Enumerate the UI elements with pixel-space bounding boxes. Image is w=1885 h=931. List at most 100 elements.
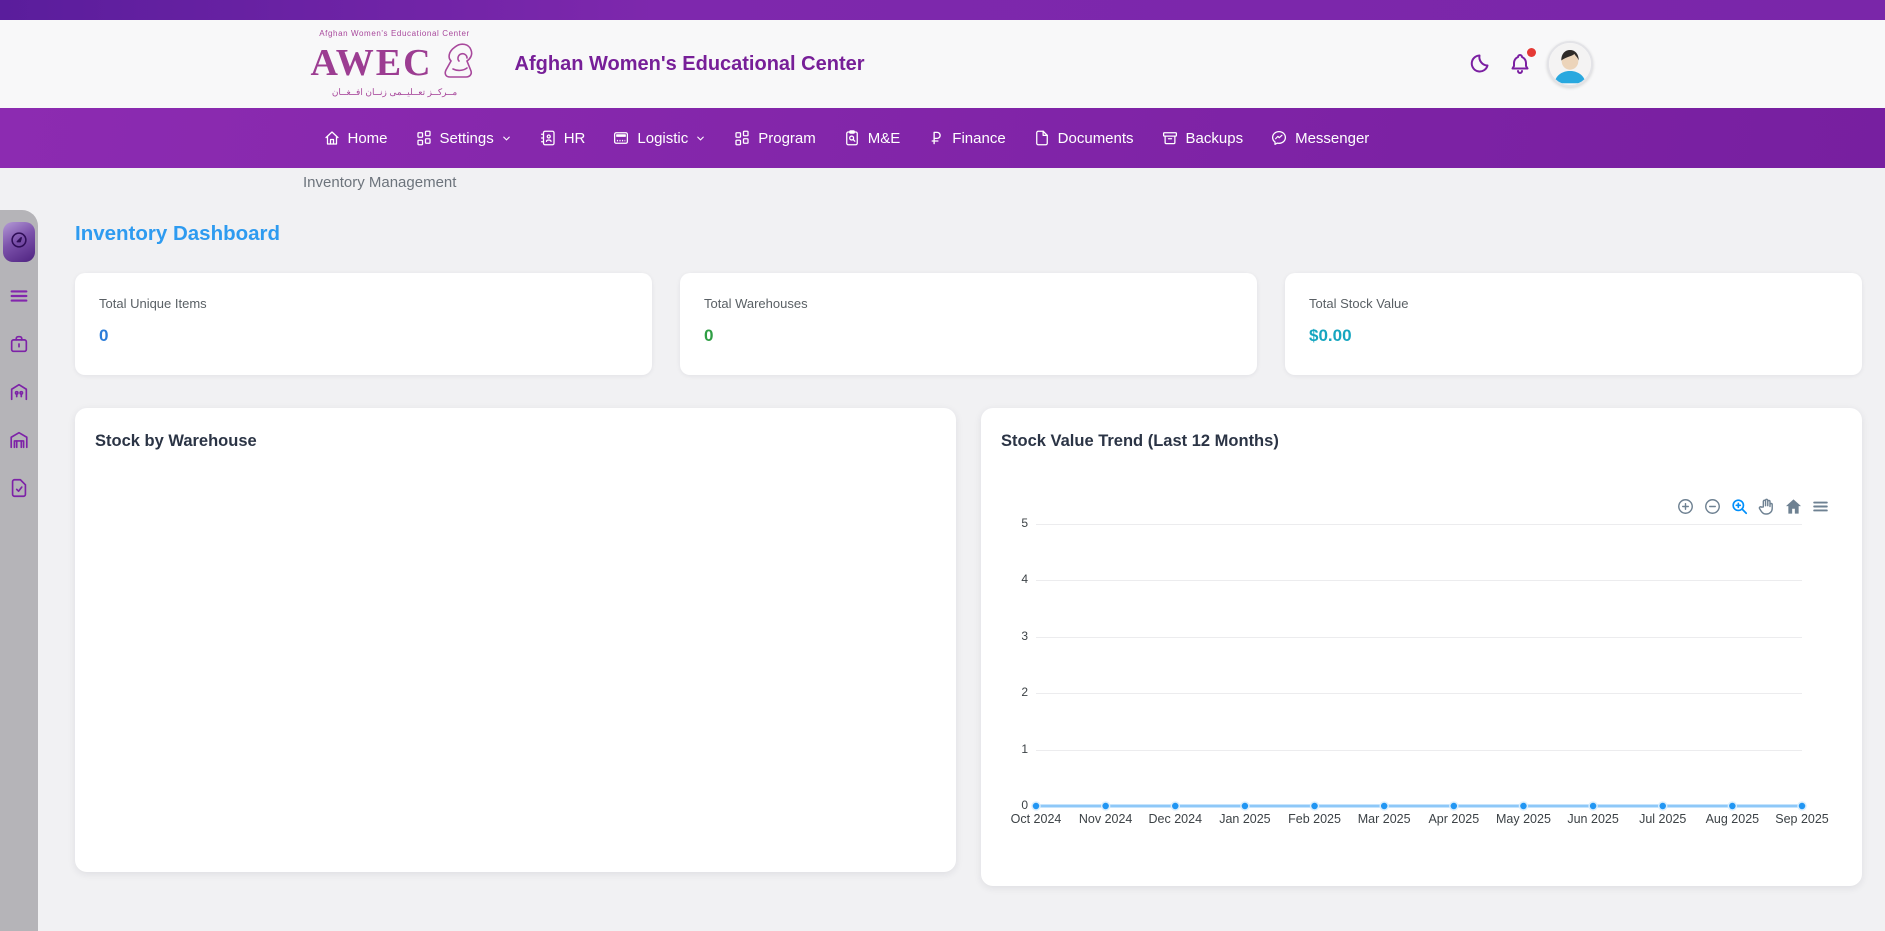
- x-axis-label: Feb 2025: [1288, 812, 1341, 826]
- hamburger-menu-icon: [8, 285, 30, 312]
- nav-item-me[interactable]: M&E: [843, 129, 901, 147]
- nav-label: HR: [564, 130, 586, 147]
- data-point-marker[interactable]: [1311, 802, 1319, 810]
- address-book-icon: [539, 129, 557, 147]
- zoom-out-icon[interactable]: [1702, 496, 1722, 516]
- nav-item-settings[interactable]: Settings: [415, 129, 512, 147]
- stock-value-trend-panel: Stock Value Trend (Last 12 Months): [981, 408, 1862, 886]
- apps-grid-icon: [415, 129, 433, 147]
- panel-title: Stock by Warehouse: [95, 432, 257, 451]
- x-axis-label: Aug 2025: [1706, 812, 1760, 826]
- x-axis-label: Nov 2024: [1079, 812, 1133, 826]
- currency-icon: [927, 129, 945, 147]
- x-axis-label: Mar 2025: [1358, 812, 1411, 826]
- messenger-icon: [1270, 129, 1288, 147]
- user-avatar[interactable]: [1547, 41, 1593, 87]
- nav-label: M&E: [868, 130, 901, 147]
- y-axis-label: 0: [996, 798, 1028, 812]
- zoom-in-icon[interactable]: [1675, 496, 1695, 516]
- sidebar-item-inventory[interactable]: [7, 334, 31, 358]
- stat-label: Total Unique Items: [99, 296, 628, 311]
- reset-home-icon[interactable]: [1783, 496, 1803, 516]
- main-navbar: Home Settings HR: [0, 108, 1885, 168]
- nav-item-messenger[interactable]: Messenger: [1270, 129, 1369, 147]
- stock-by-warehouse-panel: Stock by Warehouse: [75, 408, 956, 872]
- stat-card-unique-items: Total Unique Items 0: [75, 273, 652, 375]
- x-axis-label: Apr 2025: [1428, 812, 1479, 826]
- pan-hand-icon[interactable]: [1756, 496, 1776, 516]
- data-point-marker[interactable]: [1589, 802, 1597, 810]
- trend-line-series: [1036, 524, 1802, 806]
- stats-row: Total Unique Items 0 Total Warehouses 0 …: [75, 273, 1862, 375]
- data-point-marker[interactable]: [1032, 802, 1040, 810]
- x-axis-label: May 2025: [1496, 812, 1551, 826]
- sidebar-item-reports[interactable]: [7, 478, 31, 502]
- apps-grid-icon: [733, 129, 751, 147]
- app-title: Afghan Women's Educational Center: [515, 53, 865, 76]
- y-axis-label: 1: [996, 742, 1028, 756]
- stat-value: 0: [99, 326, 628, 346]
- y-axis-label: 5: [996, 516, 1028, 530]
- logo-dari-text: مــرکــز تعــلیــمی زنــان افــغــان: [332, 88, 457, 98]
- nav-label: Logistic: [637, 130, 688, 147]
- nav-label: Documents: [1058, 130, 1134, 147]
- chevron-down-icon: [695, 133, 706, 144]
- chart-toolbar: [1675, 496, 1830, 516]
- nav-item-finance[interactable]: Finance: [927, 129, 1005, 147]
- logo-top-text: Afghan Women's Educational Center: [319, 30, 470, 39]
- sidebar-item-menu[interactable]: [7, 286, 31, 310]
- nav-item-backups[interactable]: Backups: [1161, 129, 1244, 147]
- data-point-marker[interactable]: [1519, 802, 1527, 810]
- y-axis-label: 4: [996, 572, 1028, 586]
- stat-label: Total Stock Value: [1309, 296, 1838, 311]
- nav-label: Messenger: [1295, 130, 1369, 147]
- data-point-marker[interactable]: [1171, 802, 1179, 810]
- clipboard-search-icon: [843, 129, 861, 147]
- nav-label: Home: [348, 130, 388, 147]
- x-axis-label: Dec 2024: [1149, 812, 1203, 826]
- nav-label: Program: [758, 130, 816, 147]
- x-axis-label: Jul 2025: [1639, 812, 1686, 826]
- page-title: Inventory Dashboard: [75, 222, 1862, 246]
- document-check-icon: [8, 477, 30, 504]
- stat-value: $0.00: [1309, 326, 1838, 346]
- x-axis-label: Jan 2025: [1219, 812, 1270, 826]
- awec-logo[interactable]: Afghan Women's Educational Center AWEC م…: [311, 30, 479, 97]
- stat-card-warehouses: Total Warehouses 0: [680, 273, 1257, 375]
- nav-item-hr[interactable]: HR: [539, 129, 586, 147]
- x-axis-label: Jun 2025: [1567, 812, 1618, 826]
- dark-mode-moon-icon[interactable]: [1465, 50, 1493, 78]
- x-axis-labels: Oct 2024Nov 2024Dec 2024Jan 2025Feb 2025…: [1036, 812, 1802, 832]
- nav-item-program[interactable]: Program: [733, 129, 816, 147]
- data-point-marker[interactable]: [1102, 802, 1110, 810]
- trend-plot-area[interactable]: 012345: [1036, 524, 1802, 806]
- x-axis-label: Sep 2025: [1775, 812, 1829, 826]
- archive-icon: [1161, 129, 1179, 147]
- nav-label: Settings: [440, 130, 494, 147]
- sidebar-item-dashboard-active[interactable]: [3, 222, 35, 262]
- stat-card-stock-value: Total Stock Value $0.00: [1285, 273, 1862, 375]
- data-point-marker[interactable]: [1450, 802, 1458, 810]
- file-icon: [1033, 129, 1051, 147]
- warehouse-pins-icon: [8, 381, 30, 408]
- panel-title: Stock Value Trend (Last 12 Months): [1001, 432, 1279, 451]
- selection-zoom-icon[interactable]: [1729, 496, 1749, 516]
- data-point-marker[interactable]: [1380, 802, 1388, 810]
- sidebar-item-warehouse-locations[interactable]: [7, 382, 31, 406]
- notifications-bell-icon[interactable]: [1506, 50, 1534, 78]
- nav-item-home[interactable]: Home: [323, 129, 388, 147]
- data-point-marker[interactable]: [1241, 802, 1249, 810]
- dashboard-gauge-icon: [8, 229, 30, 256]
- nav-item-logistic[interactable]: Logistic: [612, 129, 706, 147]
- nav-item-documents[interactable]: Documents: [1033, 129, 1134, 147]
- stat-value: 0: [704, 326, 1233, 346]
- sidebar-item-warehouse[interactable]: [7, 430, 31, 454]
- logo-acronym: AWEC: [311, 45, 433, 81]
- mother-child-figure-icon: [435, 39, 479, 88]
- data-point-marker[interactable]: [1659, 802, 1667, 810]
- data-point-marker[interactable]: [1728, 802, 1736, 810]
- breadcrumb: Inventory Management: [303, 174, 456, 191]
- data-point-marker[interactable]: [1798, 802, 1806, 810]
- menu-icon[interactable]: [1810, 496, 1830, 516]
- warehouse-shelves-icon: [8, 429, 30, 456]
